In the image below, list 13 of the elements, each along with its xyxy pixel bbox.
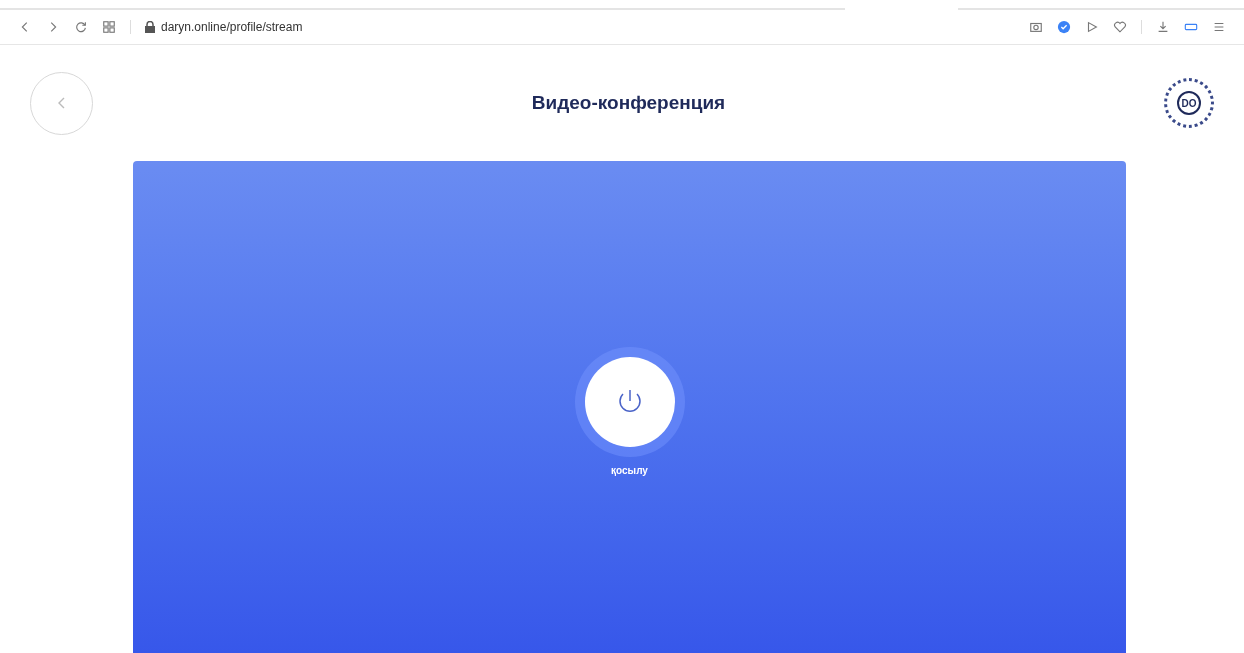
play-icon[interactable] (1085, 20, 1099, 34)
reload-icon[interactable] (74, 20, 88, 34)
logo: DO (1164, 78, 1214, 128)
tabs-grid-icon[interactable] (102, 20, 116, 34)
power-button[interactable] (584, 357, 675, 447)
download-icon[interactable] (1156, 20, 1170, 34)
camera-icon[interactable] (1029, 20, 1043, 34)
connect-label: қосылу (611, 464, 648, 478)
heart-icon[interactable] (1113, 20, 1127, 34)
lock-icon (145, 21, 155, 33)
menu-icon[interactable] (1212, 20, 1226, 34)
address-bar-url[interactable]: daryn.online/profile/stream (161, 18, 303, 36)
page-title: Видео-конференция (531, 90, 726, 115)
